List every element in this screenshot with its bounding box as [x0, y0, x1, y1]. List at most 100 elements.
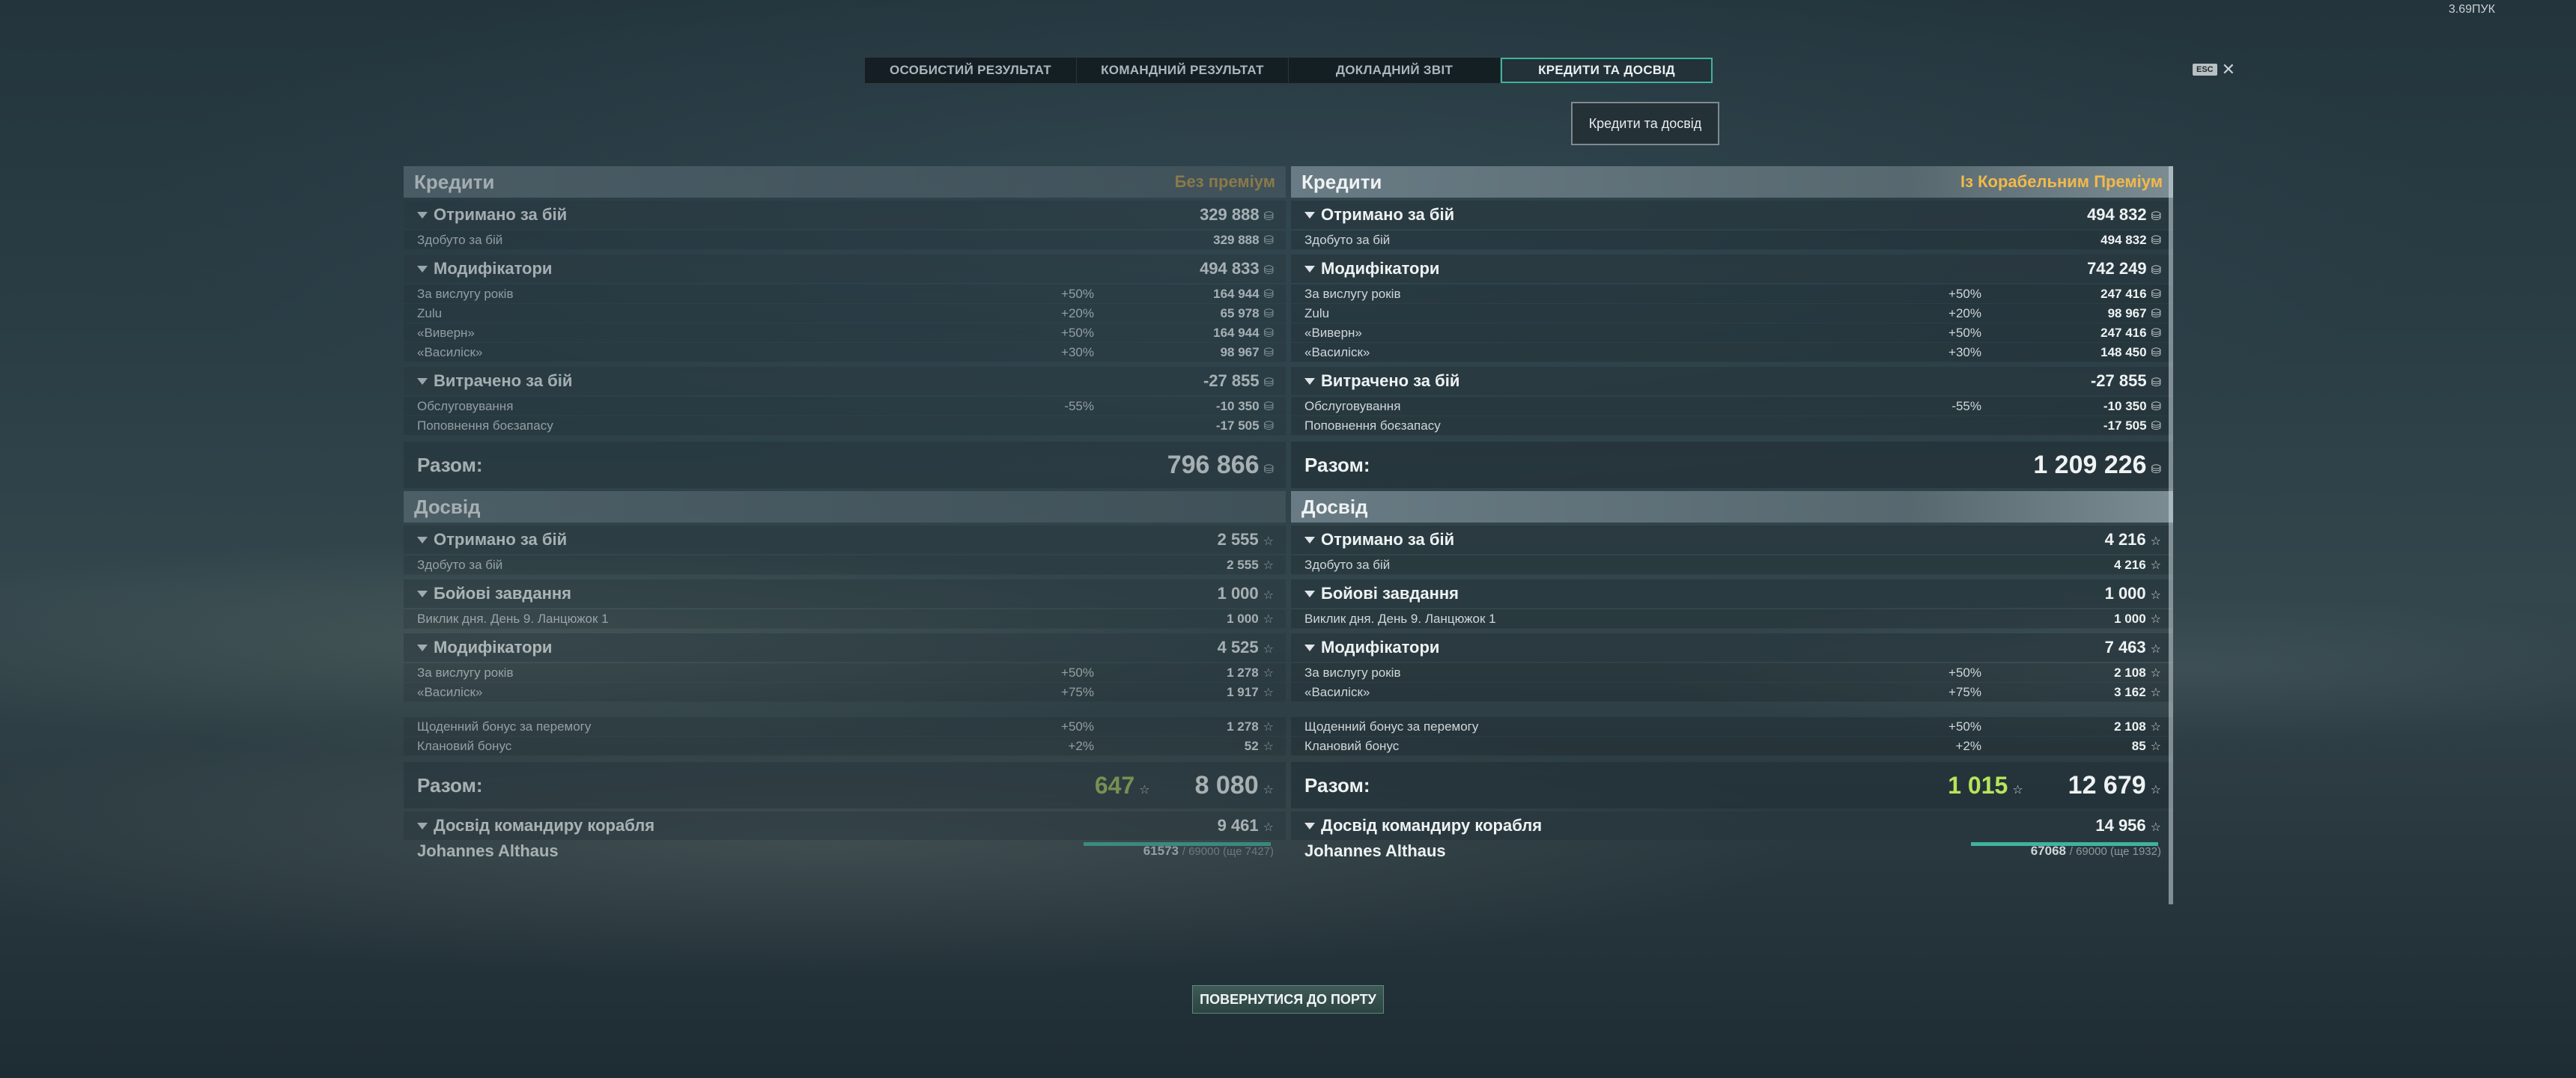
tab-personal-result[interactable]: ОСОБИСТИЙ РЕЗУЛЬТАТ [865, 58, 1077, 83]
row-value: 2 108 [2114, 665, 2146, 680]
collapse-arrow-icon[interactable] [1304, 590, 1315, 597]
row-label: За вислугу років [417, 665, 514, 680]
esc-key-badge: ESC [2193, 64, 2217, 76]
row-percent: +20% [1948, 305, 1981, 320]
row-label: «Василіск» [1304, 684, 1370, 699]
credits-icon: ⛁ [1263, 210, 1274, 223]
experience-section-header: Досвід [1291, 491, 2173, 523]
collapse-arrow-icon[interactable] [1304, 644, 1315, 651]
modifiers-group[interactable]: Модифікатори 742 249 ⛁ [1291, 255, 2173, 283]
tab-credits-experience[interactable]: КРЕДИТИ ТА ДОСВІД [1501, 58, 1713, 83]
list-item: «Виверн» +50% 247 416 ⛁ [1291, 323, 2173, 343]
section-title: Кредити [414, 170, 495, 193]
close-icon[interactable]: ✕ [2222, 60, 2235, 79]
row-label: Здобуто за бій [1304, 232, 1391, 247]
exp-modifiers-group[interactable]: Модифікатори 4 525 ☆ [404, 633, 1286, 662]
modifiers-group[interactable]: Модифікатори 494 833 ⛁ [404, 255, 1286, 283]
tab-team-result[interactable]: КОМАНДНИЙ РЕЗУЛЬТАТ [1077, 58, 1289, 83]
list-item: Обслуговування -55% -10 350 ⛁ [404, 397, 1286, 416]
collapse-arrow-icon[interactable] [417, 644, 428, 651]
credits-icon: ⛁ [1263, 346, 1274, 359]
received-group[interactable]: Отримано за бій 329 888 ⛁ [404, 201, 1286, 229]
group-label: Модифікатори [434, 259, 553, 278]
collapse-arrow-icon[interactable] [1304, 822, 1315, 829]
close-control[interactable]: ESC ✕ [2193, 60, 2235, 79]
collapse-arrow-icon[interactable] [417, 265, 428, 272]
collapse-arrow-icon[interactable] [417, 822, 428, 829]
group-label: Бойові завдання [434, 584, 571, 603]
collapse-arrow-icon[interactable] [417, 536, 428, 543]
credits-icon: ⛁ [1263, 463, 1274, 476]
captain-progress-rest: / 69000 (ще 7427) [1182, 845, 1274, 858]
row-label: Поповнення боєзапасу [417, 418, 553, 433]
spent-group[interactable]: Витрачено за бій -27 855 ⛁ [1291, 367, 2173, 395]
group-label: Модифікатори [1321, 638, 1440, 657]
scrollbar[interactable] [2169, 166, 2173, 904]
row-percent: +20% [1061, 305, 1094, 320]
credits-icon: ⛁ [1263, 307, 1274, 320]
total-value: 12 679 [2068, 770, 2146, 800]
star-icon: ☆ [2150, 589, 2161, 602]
row-value: 494 832 [2100, 232, 2147, 247]
panel-no-premium: Кредити Без преміум Отримано за бій 329 888… [404, 166, 1286, 904]
row-percent: +75% [1948, 684, 1981, 699]
return-to-port-button[interactable]: ПОВЕРНУТИСЯ ДО ПОРТУ [1192, 985, 1384, 1014]
credits-icon: ⛁ [2151, 377, 2161, 389]
list-item: Здобуто за бій 329 888 ⛁ [404, 231, 1286, 250]
captain-progress-bar [1084, 842, 1271, 846]
row-label: «Василіск» [1304, 344, 1370, 359]
star-icon: ☆ [2150, 686, 2161, 699]
row-label: Виклик дня. День 9. Ланцюжок 1 [1304, 611, 1496, 626]
collapse-arrow-icon[interactable] [417, 590, 428, 597]
spent-group[interactable]: Витрачено за бій -27 855 ⛁ [404, 367, 1286, 395]
received-group[interactable]: Отримано за бій 494 832 ⛁ [1291, 201, 2173, 229]
group-label: Отримано за бій [1321, 205, 1455, 224]
group-label: Отримано за бій [434, 205, 568, 224]
list-item: За вислугу років +50% 247 416 ⛁ [1291, 284, 2173, 304]
group-value: 7 463 [2104, 638, 2146, 657]
group-value: 1 000 [1217, 584, 1259, 603]
star-icon: ☆ [1263, 612, 1274, 626]
group-label: Бойові завдання [1321, 584, 1459, 603]
group-value: 4 216 [2104, 530, 2146, 549]
row-value: 2 555 [1227, 557, 1259, 572]
group-value: -27 855 [2090, 371, 2147, 390]
collapse-arrow-icon[interactable] [1304, 265, 1315, 272]
list-item: Щоденний бонус за перемогу +50% 1 278 ☆ [404, 717, 1286, 737]
row-percent: +2% [1955, 738, 1982, 753]
group-value: 494 832 [2087, 205, 2147, 224]
row-value: 98 967 [2107, 305, 2147, 320]
row-label: Щоденний бонус за перемогу [417, 719, 592, 734]
missions-group[interactable]: Бойові завдання 1 000 ☆ [404, 579, 1286, 608]
group-value: -27 855 [1203, 371, 1260, 390]
credits-icon: ⛁ [2151, 307, 2161, 320]
star-icon: ☆ [2150, 612, 2161, 626]
credits-icon: ⛁ [2151, 264, 2161, 277]
exp-modifiers-group[interactable]: Модифікатори 7 463 ☆ [1291, 633, 2173, 662]
collapse-arrow-icon[interactable] [1304, 377, 1315, 385]
collapse-arrow-icon[interactable] [1304, 536, 1315, 543]
credits-total: Разом: 796 866 ⛁ [404, 442, 1286, 488]
tab-detailed-report[interactable]: ДОКЛАДНИЙ ЗВІТ [1289, 58, 1501, 83]
collapse-arrow-icon[interactable] [417, 211, 428, 219]
credits-experience-button[interactable]: Кредити та досвід [1571, 102, 1719, 145]
captain-exp-group[interactable]: Досвід командиру корабля 9 461 ☆ [404, 811, 1286, 840]
row-percent: +30% [1948, 344, 1981, 359]
collapse-arrow-icon[interactable] [1304, 211, 1315, 219]
row-percent: +50% [1061, 286, 1094, 301]
row-label: Здобуто за бій [417, 232, 503, 247]
exp-received-group[interactable]: Отримано за бій 2 555 ☆ [404, 526, 1286, 554]
star-icon: ☆ [2150, 720, 2161, 734]
row-value: 164 944 [1213, 286, 1260, 301]
group-label: Витрачено за бій [434, 371, 573, 390]
row-value: 2 108 [2114, 719, 2146, 734]
star-icon: ☆ [1263, 643, 1274, 656]
credits-icon: ⛁ [2151, 210, 2161, 223]
group-label: Отримано за бій [1321, 530, 1455, 549]
exp-received-group[interactable]: Отримано за бій 4 216 ☆ [1291, 526, 2173, 554]
missions-group[interactable]: Бойові завдання 1 000 ☆ [1291, 579, 2173, 608]
experience-section-header: Досвід [404, 491, 1286, 523]
captain-exp-group[interactable]: Досвід командиру корабля 14 956 ☆ [1291, 811, 2173, 840]
collapse-arrow-icon[interactable] [417, 377, 428, 385]
total-label: Разом: [417, 773, 483, 797]
